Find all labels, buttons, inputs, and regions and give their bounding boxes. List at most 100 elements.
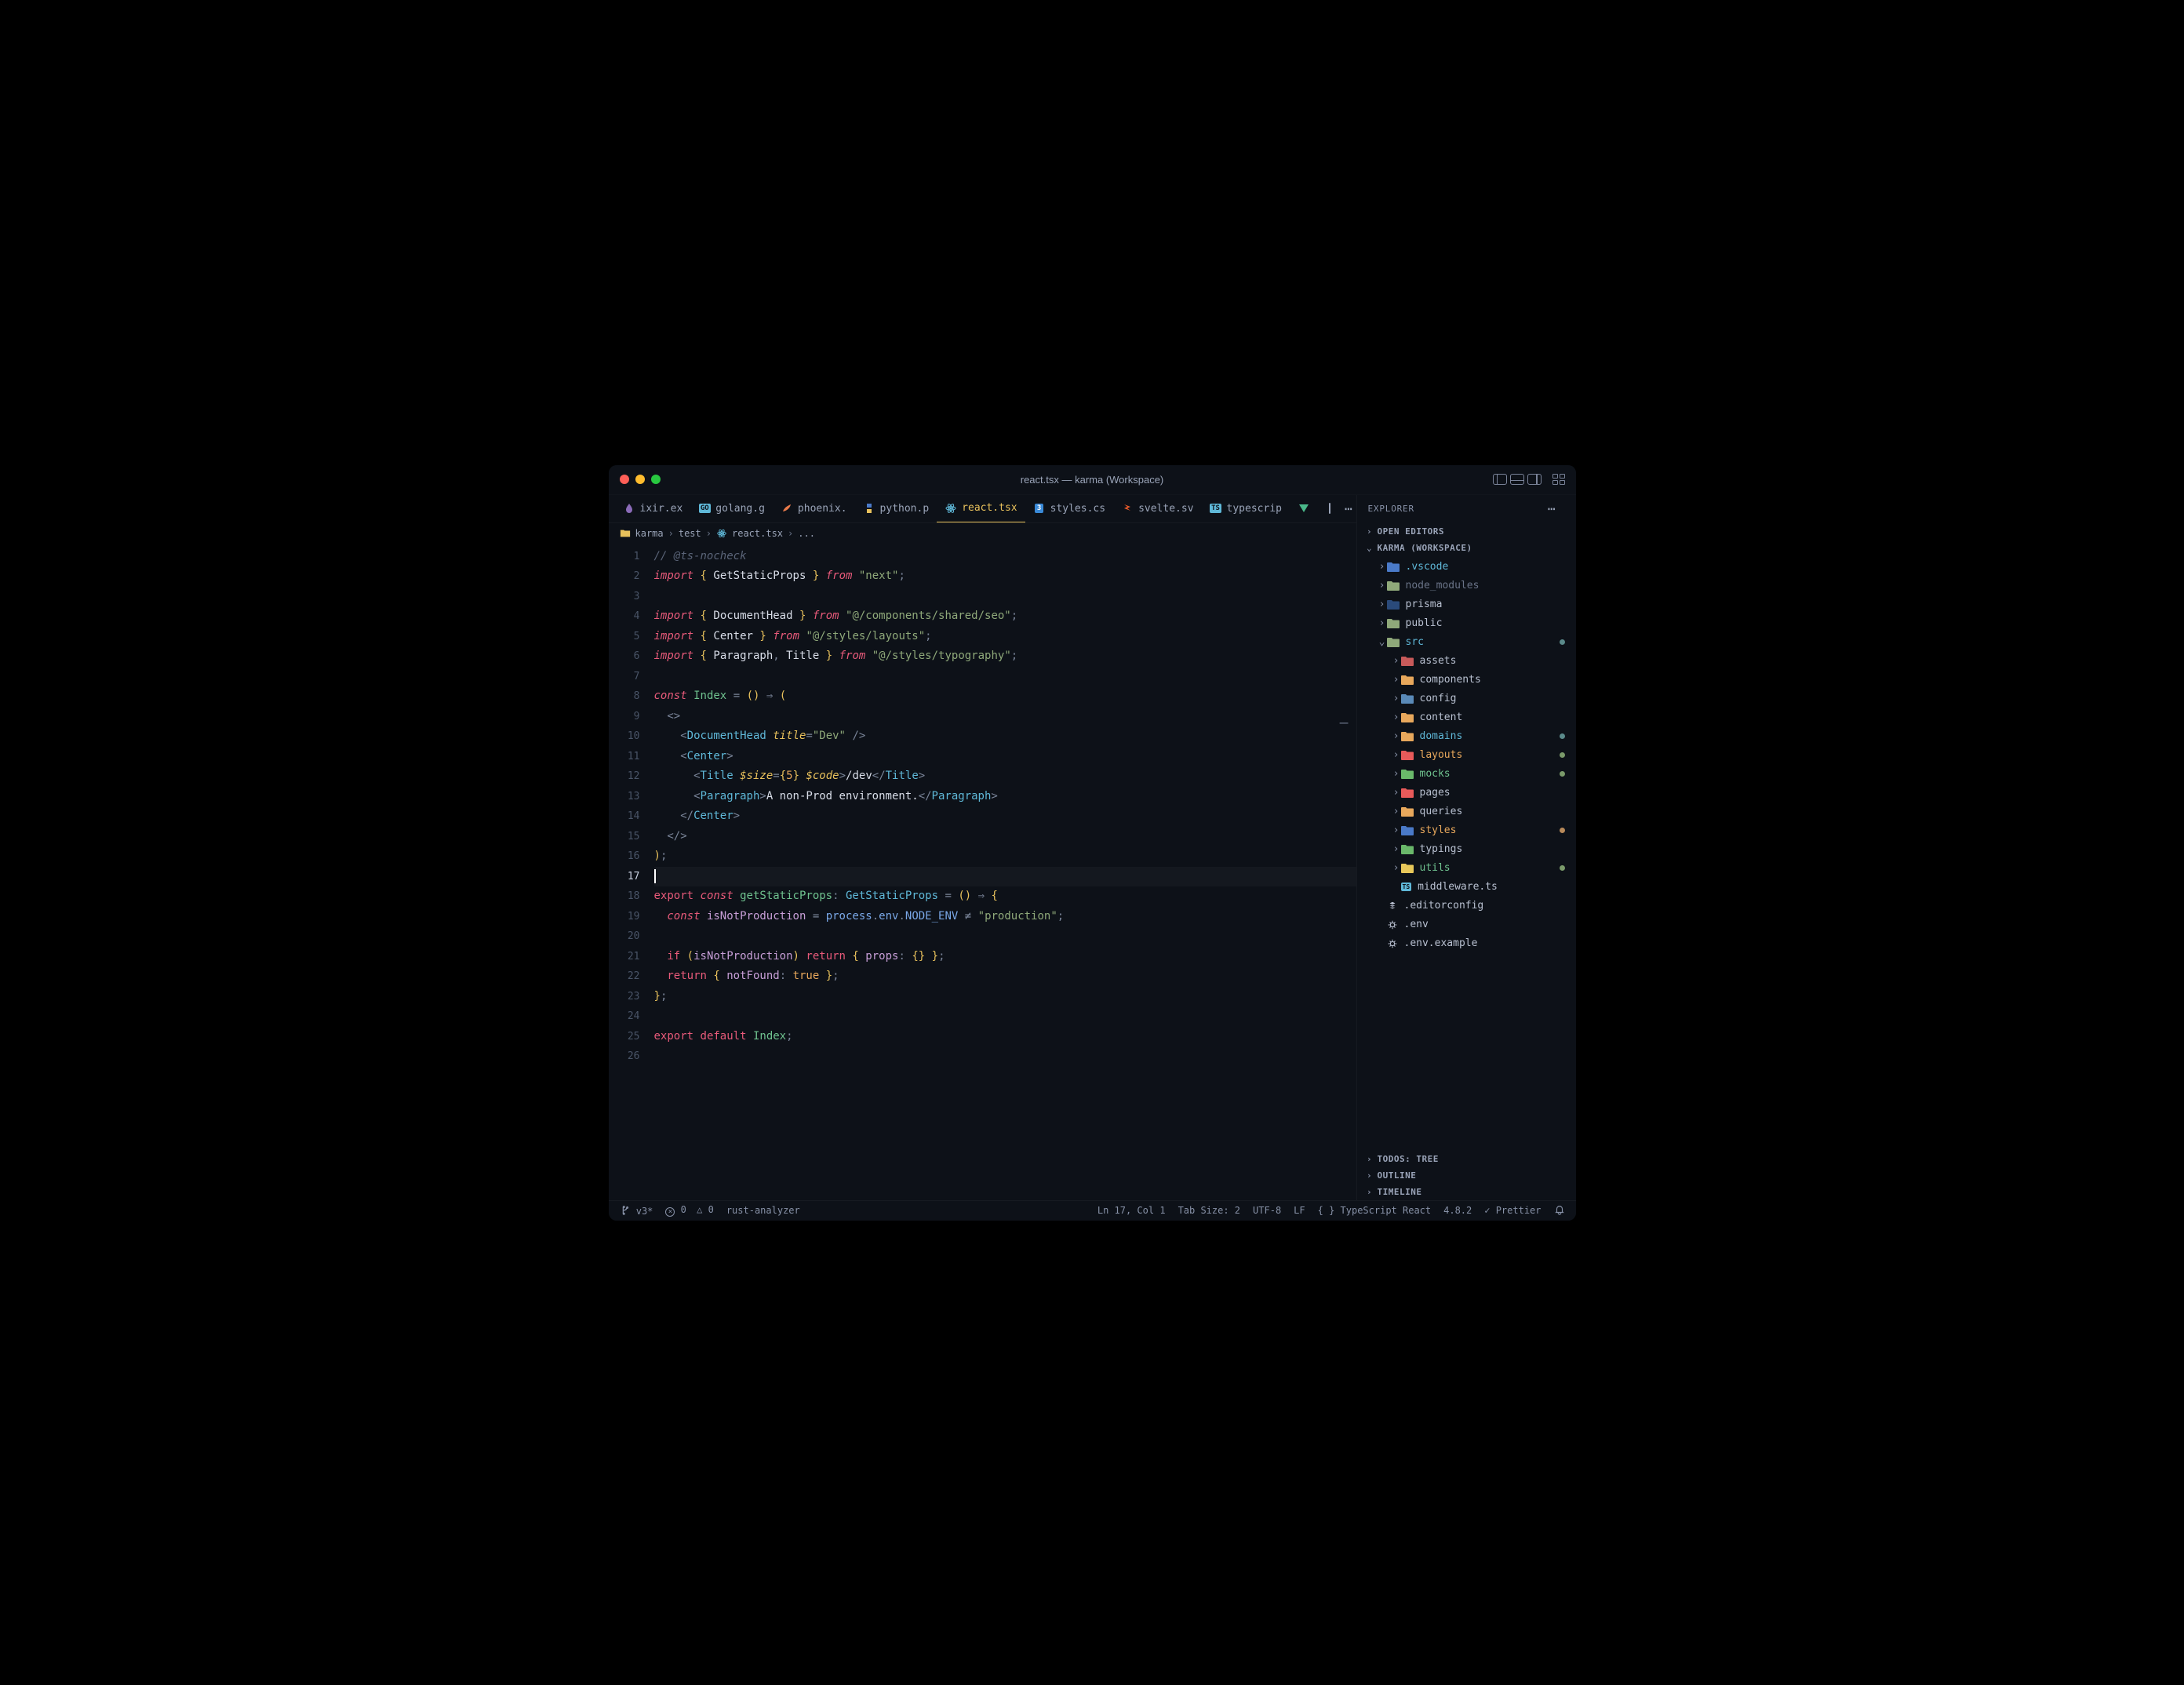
code-line[interactable]: <> <box>654 707 1356 727</box>
breadcrumbs[interactable]: karma › test › react.tsx › ... <box>609 523 1356 544</box>
line-number[interactable]: 26 <box>609 1046 640 1067</box>
folder-item[interactable]: ›public <box>1357 614 1576 633</box>
editor-tab[interactable] <box>1290 495 1323 523</box>
section-workspace[interactable]: ⌄ KARMA (WORKSPACE) <box>1357 540 1576 556</box>
folder-item[interactable]: ›prisma <box>1357 595 1576 614</box>
editor-tab[interactable]: GOgolang.g <box>690 495 773 523</box>
editor-tab[interactable]: 3styles.cs <box>1025 495 1113 523</box>
code-line[interactable]: const isNotProduction = process.env.NODE… <box>654 907 1356 927</box>
more-actions-icon[interactable]: ⋯ <box>1540 501 1565 516</box>
editor-tab[interactable]: react.tsx <box>937 495 1025 523</box>
section-open-editors[interactable]: › OPEN EDITORS <box>1357 523 1576 540</box>
breadcrumb-item[interactable]: ... <box>798 528 815 539</box>
code-line[interactable]: <Title $size={5} $code>/dev</Title> <box>654 766 1356 787</box>
breadcrumb-item[interactable]: test <box>679 528 701 539</box>
folder-item[interactable]: ›styles <box>1357 821 1576 840</box>
line-number[interactable]: 24 <box>609 1006 640 1027</box>
toggle-sidebar-left-icon[interactable] <box>1493 474 1507 485</box>
indentation[interactable]: Tab Size: 2 <box>1178 1205 1240 1216</box>
code-line[interactable]: import { Center } from "@/styles/layouts… <box>654 627 1356 647</box>
folder-item[interactable]: ›queries <box>1357 802 1576 821</box>
line-number[interactable]: 5 <box>609 627 640 647</box>
line-number[interactable]: 13 <box>609 787 640 807</box>
code-line[interactable]: ); <box>654 846 1356 867</box>
code-line[interactable]: }; <box>654 987 1356 1007</box>
code-line[interactable]: </> <box>654 827 1356 847</box>
file-item[interactable]: .env.example <box>1357 934 1576 953</box>
line-number[interactable]: 1 <box>609 547 640 567</box>
line-number[interactable]: 12 <box>609 766 640 787</box>
toggle-panel-icon[interactable] <box>1510 474 1524 485</box>
line-number[interactable]: 9 <box>609 707 640 727</box>
code-line[interactable] <box>654 1046 1356 1067</box>
code-line[interactable]: import { Paragraph, Title } from "@/styl… <box>654 646 1356 667</box>
line-number[interactable]: 2 <box>609 566 640 587</box>
code-line[interactable]: export const getStaticProps: GetStaticPr… <box>654 886 1356 907</box>
line-number[interactable]: 15 <box>609 827 640 847</box>
folder-item[interactable]: ›mocks <box>1357 765 1576 784</box>
git-branch[interactable]: v3* <box>620 1205 653 1217</box>
line-number[interactable]: 19 <box>609 907 640 927</box>
ts-version[interactable]: 4.8.2 <box>1443 1205 1472 1216</box>
file-item[interactable]: TSmiddleware.ts <box>1357 878 1576 897</box>
folder-item[interactable]: ›node_modules <box>1357 577 1576 595</box>
code-content[interactable]: // @ts-nocheckimport { GetStaticProps } … <box>654 544 1356 1200</box>
cursor-position[interactable]: Ln 17, Col 1 <box>1097 1205 1166 1216</box>
editor-tab[interactable]: python.p <box>855 495 937 523</box>
folder-item[interactable]: ›components <box>1357 671 1576 690</box>
line-number[interactable]: 6 <box>609 646 640 667</box>
line-number[interactable]: 4 <box>609 606 640 627</box>
code-line[interactable]: import { GetStaticProps } from "next"; <box>654 566 1356 587</box>
code-line[interactable]: <DocumentHead title="Dev" /> <box>654 726 1356 747</box>
line-number[interactable]: 21 <box>609 947 640 967</box>
problems[interactable]: × 0 △ 0 <box>665 1204 713 1217</box>
folder-item[interactable]: ⌄src <box>1357 633 1576 652</box>
line-number[interactable]: 7 <box>609 667 640 687</box>
code-line[interactable]: import { DocumentHead } from "@/componen… <box>654 606 1356 627</box>
folder-item[interactable]: ›utils <box>1357 859 1576 878</box>
eol[interactable]: LF <box>1294 1205 1305 1216</box>
line-number[interactable]: 23 <box>609 987 640 1007</box>
maximize-window-button[interactable] <box>651 475 661 484</box>
line-number[interactable]: 20 <box>609 926 640 947</box>
line-number[interactable]: 16 <box>609 846 640 867</box>
section-todos[interactable]: › TODOS: TREE <box>1357 1151 1576 1167</box>
line-number[interactable]: 11 <box>609 747 640 767</box>
line-number[interactable]: 10 <box>609 726 640 747</box>
breadcrumb-item[interactable]: react.tsx <box>732 528 783 539</box>
code-line[interactable] <box>654 926 1356 947</box>
code-line[interactable]: export default Index; <box>654 1027 1356 1047</box>
code-line[interactable]: if (isNotProduction) return { props: {} … <box>654 947 1356 967</box>
more-tabs-icon[interactable]: ⋯ <box>1337 501 1356 516</box>
code-line[interactable]: <Center> <box>654 747 1356 767</box>
folder-item[interactable]: ›pages <box>1357 784 1576 802</box>
file-item[interactable]: .editorconfig <box>1357 897 1576 915</box>
folder-item[interactable]: ›assets <box>1357 652 1576 671</box>
code-line[interactable] <box>654 587 1356 607</box>
code-line[interactable] <box>654 667 1356 687</box>
folder-item[interactable]: ›.vscode <box>1357 558 1576 577</box>
layout-grid-icon[interactable] <box>1552 474 1565 485</box>
line-number[interactable]: 18 <box>609 886 640 907</box>
folder-item[interactable]: ›typings <box>1357 840 1576 859</box>
editor-tab[interactable]: ixir.ex <box>615 495 691 523</box>
split-editor-icon[interactable] <box>1329 503 1330 514</box>
code-line[interactable]: return { notFound: true }; <box>654 966 1356 987</box>
code-line[interactable]: <Paragraph>A non-Prod environment.</Para… <box>654 787 1356 807</box>
line-number[interactable]: 22 <box>609 966 640 987</box>
line-number[interactable]: 25 <box>609 1027 640 1047</box>
line-number[interactable]: 8 <box>609 686 640 707</box>
formatter[interactable]: ✓ Prettier <box>1484 1205 1541 1216</box>
section-outline[interactable]: › OUTLINE <box>1357 1167 1576 1184</box>
line-number[interactable]: 17 <box>609 867 640 887</box>
code-line[interactable] <box>654 867 1356 887</box>
folder-item[interactable]: ›config <box>1357 690 1576 708</box>
code-line[interactable] <box>654 1006 1356 1027</box>
line-number[interactable]: 3 <box>609 587 640 607</box>
file-item[interactable]: .env <box>1357 915 1576 934</box>
section-timeline[interactable]: › TIMELINE <box>1357 1184 1576 1200</box>
folder-item[interactable]: ›layouts <box>1357 746 1576 765</box>
editor-tab[interactable]: phoenix. <box>773 495 855 523</box>
code-line[interactable]: // @ts-nocheck <box>654 547 1356 567</box>
editor-tab[interactable]: TStypescrip <box>1202 495 1290 523</box>
